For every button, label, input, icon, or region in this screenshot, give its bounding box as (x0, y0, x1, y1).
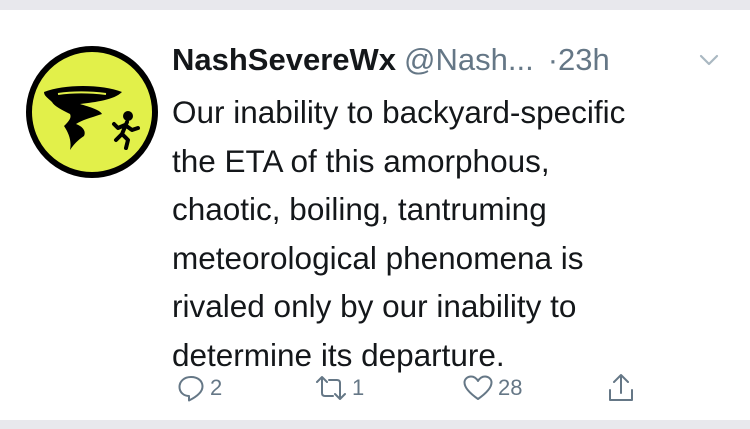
share-button[interactable] (606, 366, 636, 410)
timestamp[interactable]: 23h (558, 42, 610, 77)
tweet-text-line: chaotic, boiling, tantruming (172, 191, 547, 227)
display-name[interactable]: NashSevereWx (172, 42, 396, 77)
bottom-divider (0, 420, 750, 429)
tweet-text-line: the ETA of this amorphous, (172, 142, 550, 179)
reply-button[interactable]: 2 (176, 366, 222, 410)
heart-icon (463, 375, 493, 400)
tweet-text-line: meteorological phenomena is (172, 239, 584, 276)
tweet-text-line: rivaled only by our inability to (172, 288, 577, 324)
like-button[interactable]: 28 (462, 366, 522, 410)
retweet-icon (316, 376, 346, 400)
retweet-count: 1 (352, 375, 365, 400)
user-handle[interactable]: @Nash... (404, 42, 534, 77)
chevron-down-icon[interactable] (694, 44, 724, 74)
like-count: 28 (498, 375, 523, 400)
tweet-card[interactable]: NashSevereWx @Nash... ·23h Our inability t… (0, 10, 750, 420)
top-divider (0, 0, 750, 10)
reply-icon (178, 376, 204, 402)
tweet-actions: 2 1 28 (172, 366, 652, 410)
tornado-running-person-icon (26, 46, 158, 178)
share-icon (609, 374, 633, 401)
tweet-text-line: Our inability to backyard-specific (172, 94, 626, 130)
tweet-header: NashSevereWx @Nash... ·23h (172, 40, 732, 80)
separator-dot: · (547, 42, 559, 77)
avatar[interactable] (24, 44, 160, 180)
retweet-button[interactable]: 1 (314, 366, 364, 410)
tweet-text: Our inability to backyard-specific the E… (172, 88, 732, 379)
reply-count: 2 (210, 375, 223, 400)
